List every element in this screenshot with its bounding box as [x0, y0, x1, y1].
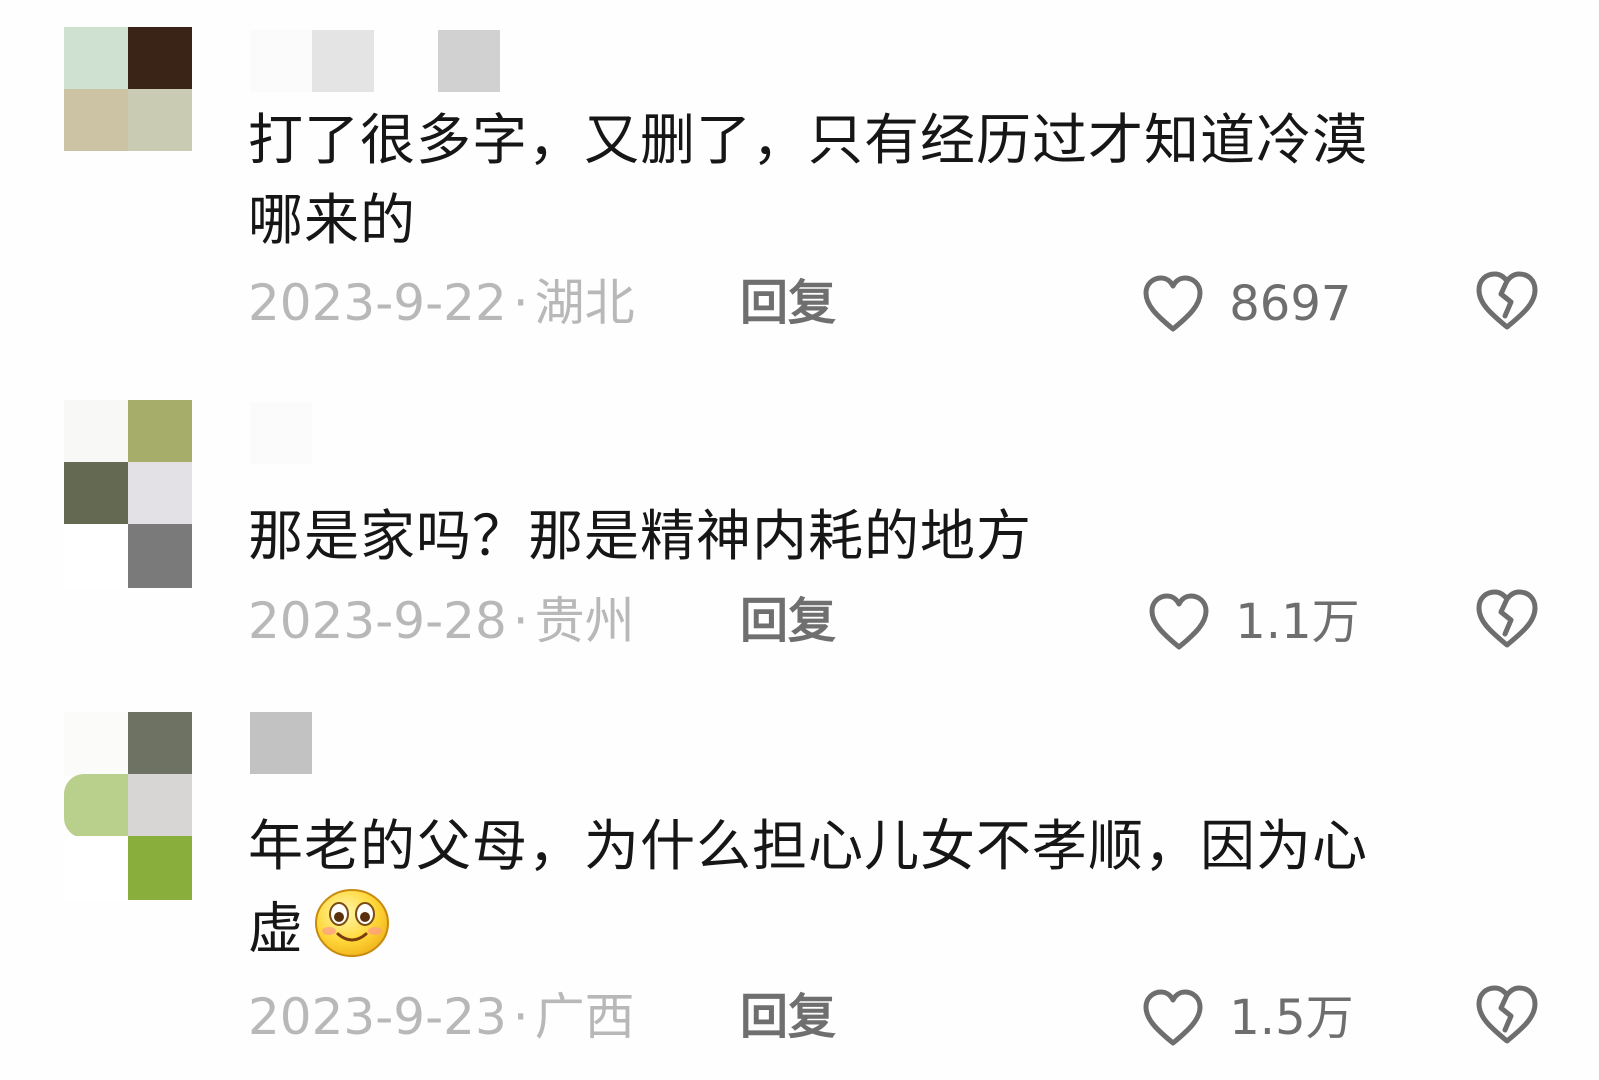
comment-meta: 2023-9-22 · 湖北: [248, 274, 635, 332]
comment-location: 湖北: [534, 274, 635, 332]
comment-text: 打了很多字，又删了，只有经历过才知道冷漠 哪来的: [248, 108, 1369, 252]
like-button[interactable]: 8697: [1142, 270, 1351, 332]
like-button[interactable]: 1.1万: [1148, 588, 1360, 650]
like-button[interactable]: 1.5万: [1142, 984, 1354, 1046]
dislike-button[interactable]: [1474, 588, 1542, 656]
avatar[interactable]: [64, 27, 192, 219]
broken-heart-icon: [1476, 589, 1538, 648]
avatar[interactable]: [64, 400, 192, 592]
comment-location: 广西: [534, 988, 635, 1046]
comment-date: 2023-9-22: [248, 274, 507, 332]
dislike-button[interactable]: [1474, 270, 1542, 338]
reply-button[interactable]: 回复: [740, 272, 836, 334]
heart-outline-icon: [1143, 275, 1203, 332]
comment-meta: 2023-9-23 · 广西: [248, 988, 635, 1046]
like-count: 1.5万: [1229, 990, 1354, 1046]
heart-outline-icon: [1149, 593, 1209, 650]
comment-meta: 2023-9-28 · 贵州: [248, 592, 635, 650]
smile-emoji: [312, 886, 392, 979]
heart-outline-icon: [1143, 989, 1203, 1046]
reply-button[interactable]: 回复: [740, 590, 836, 652]
broken-heart-icon: [1476, 985, 1538, 1044]
like-count: 8697: [1229, 276, 1352, 332]
comment-date: 2023-9-23: [248, 988, 507, 1046]
comment-text: 那是家吗？那是精神内耗的地方: [248, 504, 1033, 568]
comment-text: 年老的父母，为什么担心儿女不孝顺，因为心 虚: [248, 806, 1508, 979]
reply-button[interactable]: 回复: [740, 986, 836, 1048]
broken-heart-icon: [1476, 271, 1538, 330]
comment-date: 2023-9-28: [248, 592, 507, 650]
dislike-button[interactable]: [1474, 984, 1542, 1052]
like-count: 1.1万: [1235, 594, 1360, 650]
avatar[interactable]: [64, 712, 192, 904]
comment-location: 贵州: [534, 592, 635, 650]
